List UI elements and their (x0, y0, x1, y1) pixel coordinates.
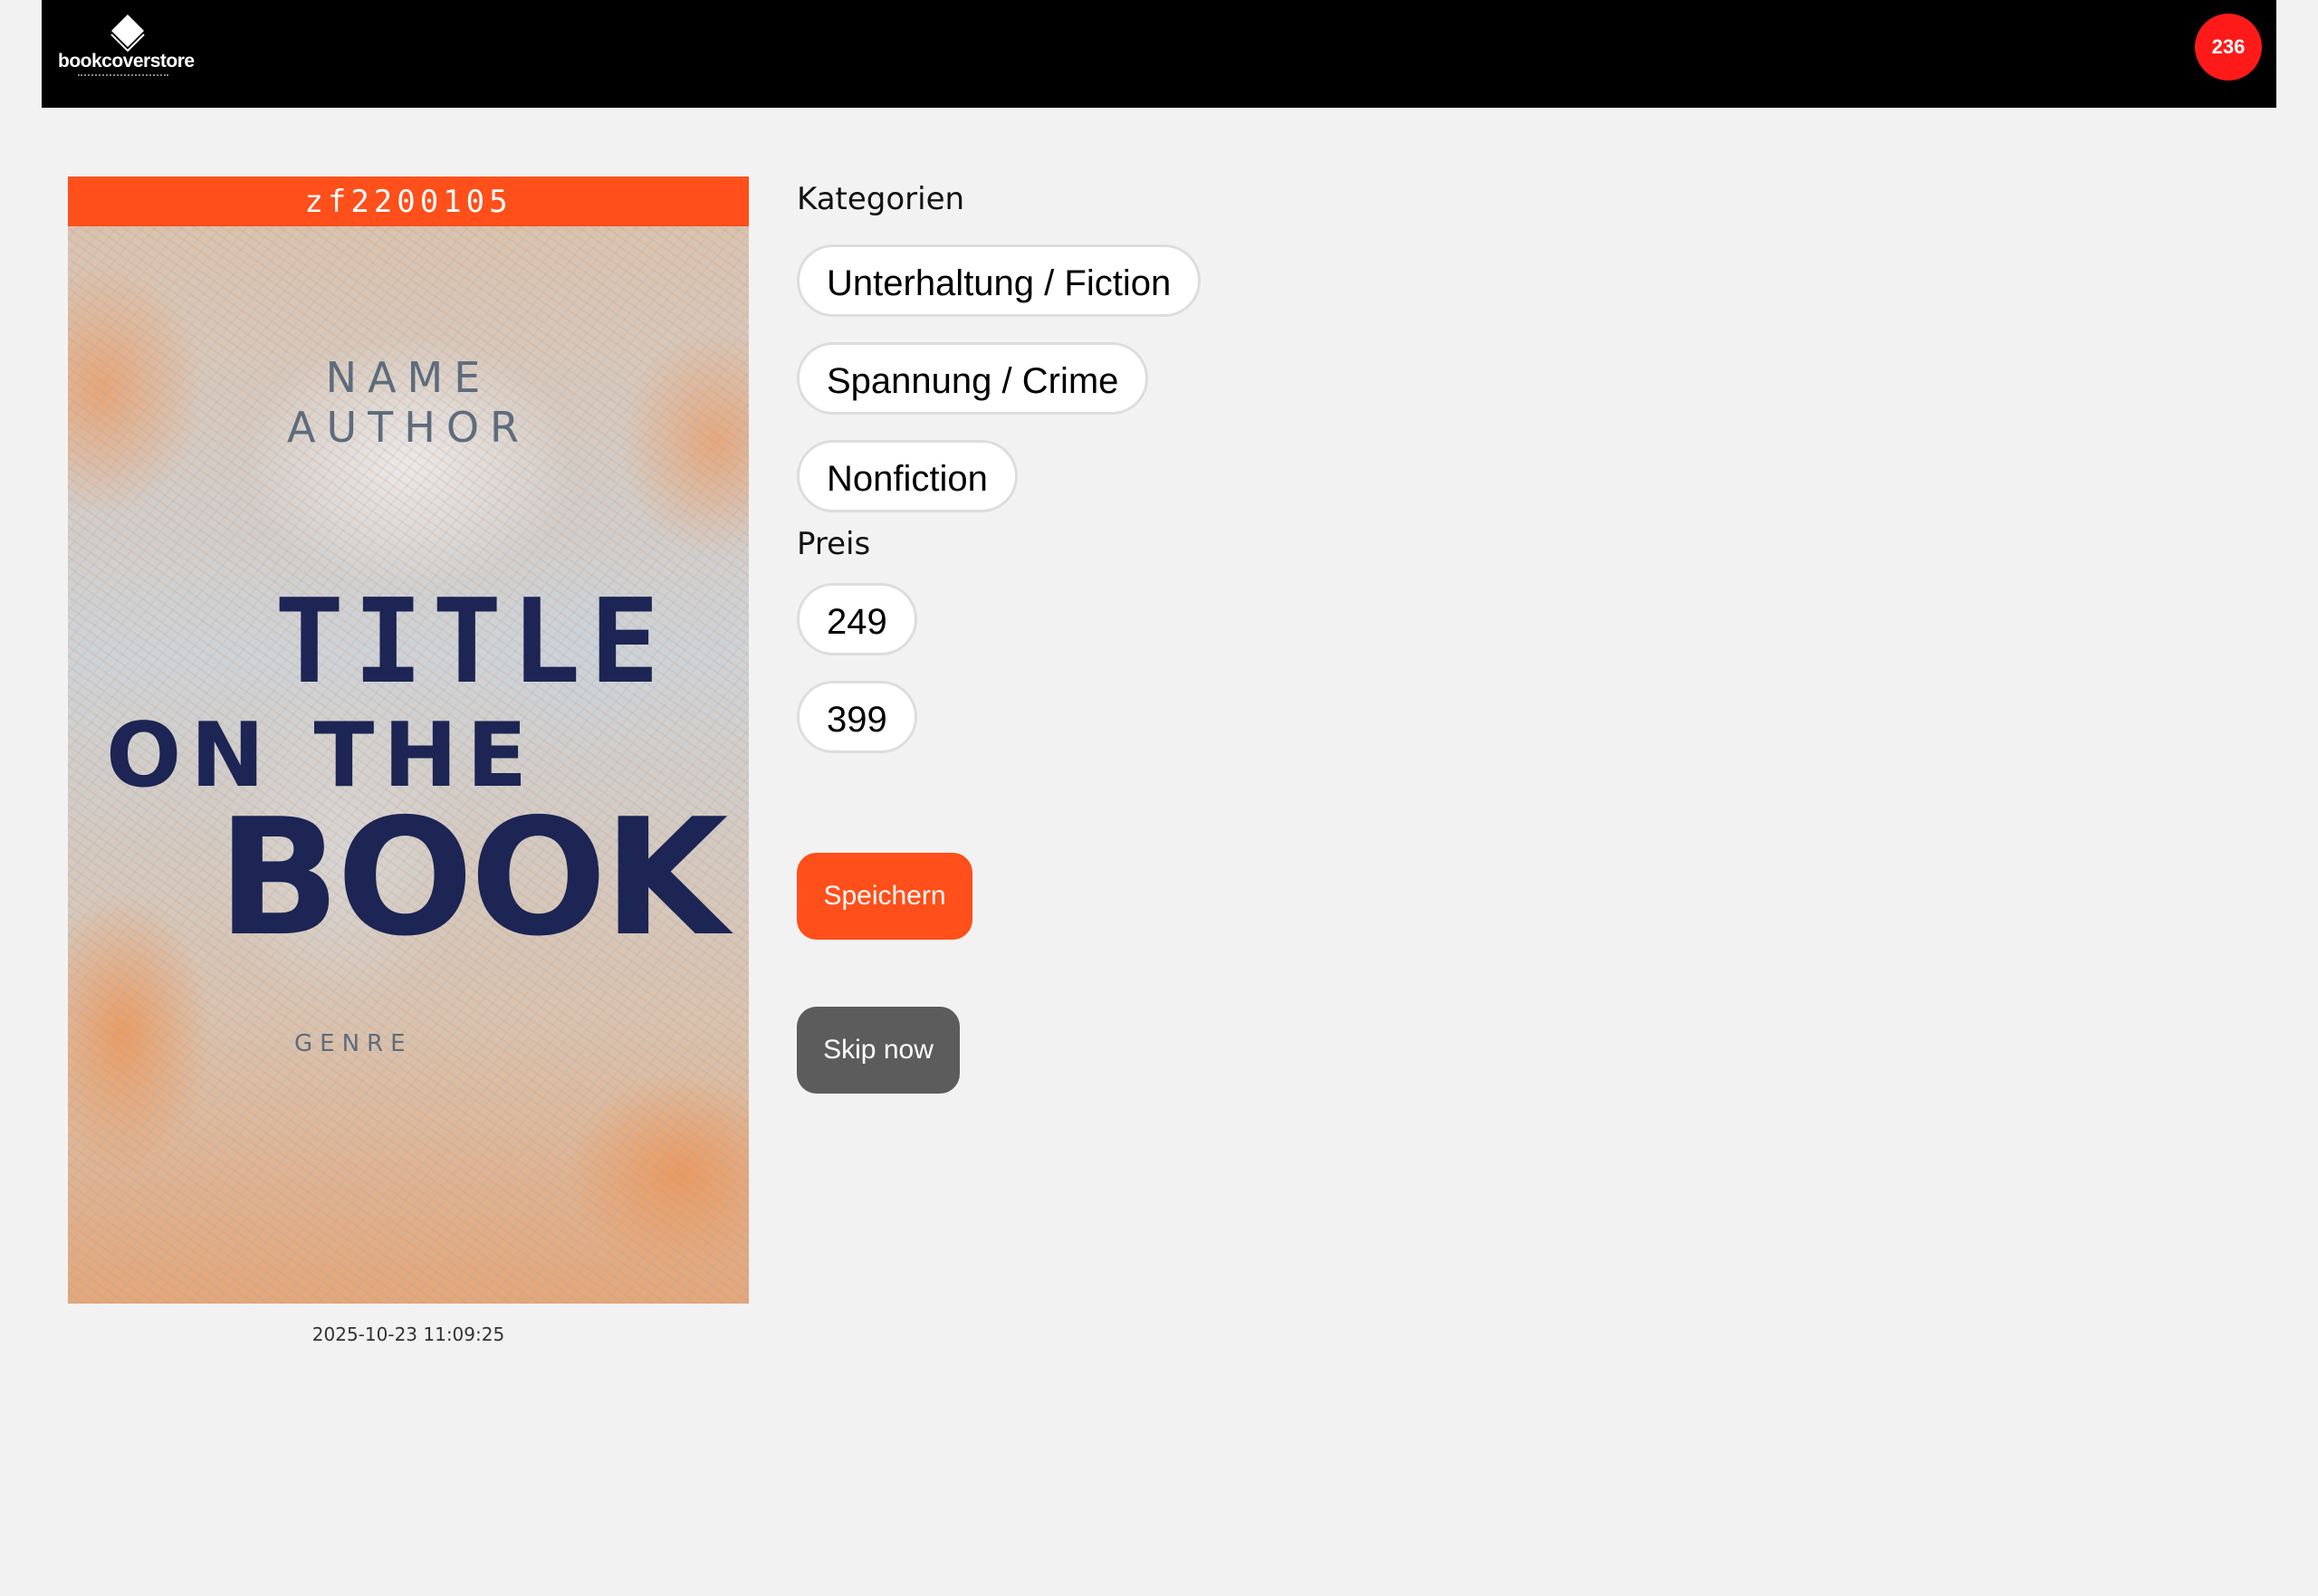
cover-card: zf2200105 NAME AUTHOR TITLE ON THE BOOK … (68, 177, 749, 1345)
logo-text: bookcoverstore (58, 51, 195, 72)
top-bar: bookcoverstore 236 (42, 0, 2276, 108)
cover-timestamp: 2025-10-23 11:09:25 (311, 1324, 505, 1345)
categories-label: Kategorien (797, 181, 965, 217)
logo-tagline (78, 74, 168, 79)
price-label: Preis (797, 526, 871, 562)
cover-image: NAME AUTHOR TITLE ON THE BOOK GENRE (68, 226, 749, 1304)
cover-genre-text: GENRE (294, 1030, 413, 1057)
price-chip-249[interactable]: 249 (797, 583, 917, 655)
cover-author-text: AUTHOR (287, 403, 530, 452)
classification-form: Kategorien Unterhaltung / Fiction Spannu… (797, 177, 1202, 1094)
logo[interactable]: bookcoverstore (58, 13, 195, 98)
cover-title-line-1: TITLE (274, 575, 669, 710)
cover-id: zf2200105 (68, 177, 749, 226)
cover-title-line-3: BOOK (217, 784, 728, 971)
cover-name-text: NAME (325, 353, 492, 402)
skip-button[interactable]: Skip now (797, 1007, 960, 1094)
save-button[interactable]: Speichern (797, 853, 972, 940)
count-badge: 236 (2195, 14, 2262, 81)
price-chip-399[interactable]: 399 (797, 681, 917, 753)
book-logo-icon (110, 14, 145, 53)
category-chip-nonfiction[interactable]: Nonfiction (797, 440, 1018, 512)
page: bookcoverstore 236 zf2200105 NAME AUTHOR… (0, 0, 2318, 1596)
category-chip-crime[interactable]: Spannung / Crime (797, 342, 1149, 415)
category-chip-fiction[interactable]: Unterhaltung / Fiction (797, 244, 1202, 317)
